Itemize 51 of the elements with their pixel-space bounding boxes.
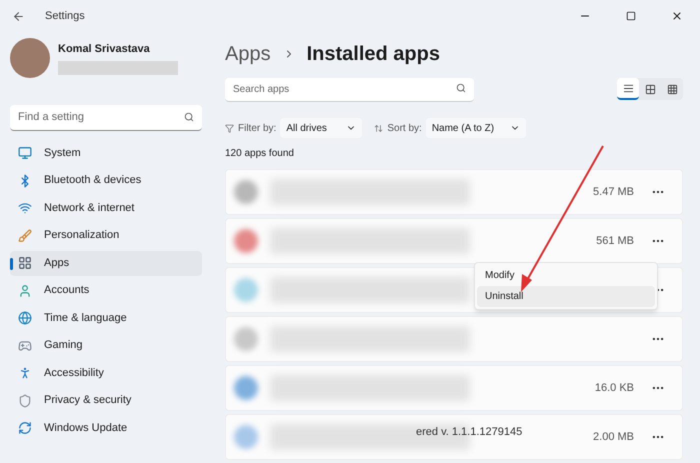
wifi-icon bbox=[18, 201, 32, 215]
page-title: Installed apps bbox=[306, 42, 440, 67]
search-field[interactable]: Search apps bbox=[225, 78, 474, 102]
grid-view-icon bbox=[666, 84, 678, 94]
app-size: 16.0 KB bbox=[594, 380, 634, 396]
sidebar-item[interactable]: Privacy & security bbox=[10, 388, 202, 413]
sidebar-item[interactable]: Windows Update bbox=[10, 416, 202, 440]
sidebar-item[interactable]: Gaming bbox=[10, 333, 202, 358]
view-mode-button[interactable] bbox=[617, 78, 639, 100]
breadcrumb-parent[interactable]: Apps bbox=[225, 39, 271, 69]
back-button[interactable] bbox=[12, 10, 25, 22]
list-view-icon bbox=[622, 82, 634, 94]
filter-icon bbox=[225, 124, 234, 132]
search-icon bbox=[456, 83, 466, 93]
app-size: 2.00 MB bbox=[593, 430, 634, 445]
search-icon bbox=[184, 112, 194, 122]
tiles-view-icon bbox=[644, 84, 656, 94]
app-size: 5.47 MB bbox=[593, 184, 634, 200]
menu-item[interactable]: Modify bbox=[477, 265, 655, 286]
filter-label: Filter by: bbox=[238, 122, 276, 136]
maximize-icon bbox=[626, 11, 636, 21]
globe-icon bbox=[18, 311, 32, 325]
sidebar-item[interactable]: Personalization bbox=[10, 223, 202, 248]
monitor-icon bbox=[18, 146, 32, 160]
sidebar-item[interactable]: Apps bbox=[10, 250, 202, 276]
sidebar-item[interactable]: Bluetooth & devices bbox=[10, 168, 202, 193]
sidebar-item[interactable]: System bbox=[10, 140, 202, 166]
filter-dropdown[interactable]: All drives bbox=[280, 118, 362, 138]
sidebar-item[interactable]: Time & language bbox=[10, 306, 202, 330]
user-name: Komal Srivastava bbox=[58, 42, 151, 58]
sort-label: Sort by: bbox=[387, 122, 422, 136]
accessibility-icon bbox=[18, 366, 32, 380]
refresh-icon bbox=[18, 421, 32, 435]
sidebar-item[interactable]: Accessibility bbox=[10, 360, 202, 386]
sort-dropdown[interactable]: Name (A to Z) bbox=[426, 118, 526, 138]
sidebar-item[interactable]: Network & internet bbox=[10, 196, 202, 220]
apps-count: 120 apps found bbox=[225, 147, 295, 161]
app-size: 561 MB bbox=[596, 234, 634, 249]
app-version: ered v. 1.1.1.1279145 bbox=[416, 425, 522, 440]
sort-icon bbox=[374, 124, 384, 132]
window-title: Settings bbox=[45, 8, 85, 24]
menu-item[interactable]: Uninstall bbox=[477, 286, 655, 307]
brush-icon bbox=[18, 228, 32, 242]
shield-icon bbox=[18, 394, 32, 408]
sidebar-item[interactable]: Accounts bbox=[10, 278, 202, 303]
avatar bbox=[10, 38, 50, 78]
apps-icon bbox=[18, 256, 32, 270]
search-field[interactable]: Find a setting bbox=[10, 104, 202, 130]
gamepad-icon bbox=[18, 338, 32, 352]
close-icon bbox=[671, 10, 683, 22]
person-icon bbox=[18, 284, 32, 298]
